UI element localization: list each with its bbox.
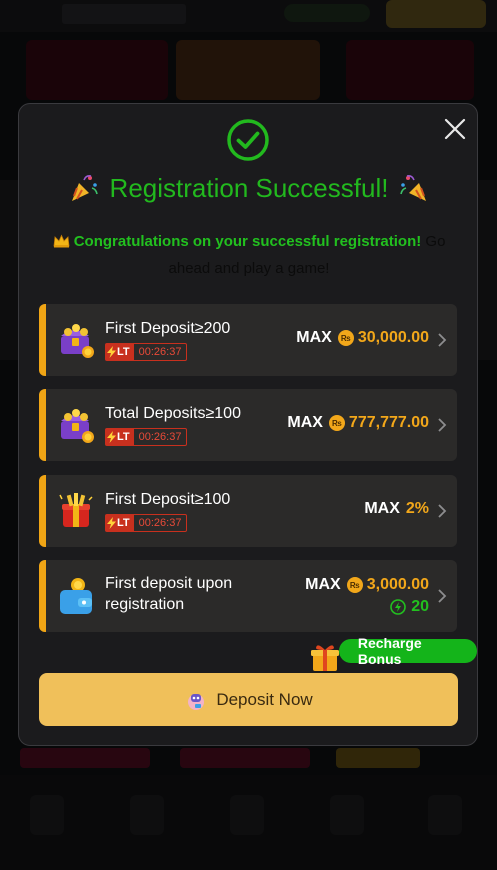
lt-badge: LT xyxy=(105,343,133,361)
chevron-right-icon xyxy=(438,418,447,432)
rupee-coin-icon: ₨ xyxy=(328,415,345,431)
card-reward: MAX ₨ 3,000.00 xyxy=(305,576,429,594)
gift-box-icon xyxy=(311,645,339,671)
card-accent xyxy=(39,475,46,547)
card-accent xyxy=(39,389,46,461)
card-title: First deposit upon registration xyxy=(105,575,233,613)
card-reward: MAX ₨ 777,777.00 xyxy=(287,414,429,432)
rupee-coin-icon: ₨ xyxy=(346,577,363,593)
limited-time-tag: LT 00:26:37 xyxy=(105,514,188,532)
treasure-chest-icon xyxy=(61,324,94,358)
max-label: MAX xyxy=(296,329,332,346)
chevron-right-icon xyxy=(438,333,447,347)
lt-badge: LT xyxy=(105,428,133,446)
congrats-highlight: Congratulations on your successful regis… xyxy=(73,233,422,250)
chevron-right-icon xyxy=(438,504,447,518)
reward-amount: 2% xyxy=(405,500,429,517)
card-reward: MAX 2% xyxy=(364,500,429,518)
card-title: First Deposit≥100 xyxy=(105,491,231,508)
card-accent xyxy=(39,304,46,376)
crown-icon xyxy=(53,234,69,248)
bonus-points: 20 xyxy=(390,598,429,616)
countdown-timer: 00:26:37 xyxy=(132,343,188,361)
gift-bag-icon xyxy=(59,493,93,527)
bolt-circle-icon xyxy=(390,599,407,615)
lt-badge: LT xyxy=(105,514,133,532)
modal-title: Registration Successful! xyxy=(109,172,389,203)
card-title: Total Deposits≥100 xyxy=(105,405,241,422)
lightning-icon xyxy=(107,517,116,529)
close-icon[interactable] xyxy=(442,116,468,142)
treasure-chest-icon xyxy=(61,409,94,443)
deposit-now-button[interactable]: Deposit Now xyxy=(39,673,458,726)
bonus-card-total-deposits-100[interactable]: Total Deposits≥100 LT 00:26:37 MAX ₨ 777… xyxy=(39,389,457,461)
card-title: First Deposit≥200 xyxy=(105,320,231,337)
wallet-icon xyxy=(60,578,92,614)
lightning-icon xyxy=(107,431,116,443)
mascot-icon xyxy=(188,693,205,710)
lightning-icon xyxy=(107,346,116,358)
party-popper-icon xyxy=(400,175,427,201)
bonus-card-registration-deposit[interactable]: First deposit upon registration MAX ₨ 3,… xyxy=(39,560,457,632)
congrats-message: Congratulations on your successful regis… xyxy=(43,228,455,282)
rupee-coin-icon: ₨ xyxy=(337,330,354,346)
reward-amount: 3,000.00 xyxy=(366,576,429,593)
success-check-icon xyxy=(227,119,269,161)
reward-amount: 30,000.00 xyxy=(357,329,429,346)
deposit-now-label: Deposit Now xyxy=(216,689,313,709)
bonus-points-value: 20 xyxy=(411,598,429,615)
card-accent xyxy=(39,560,46,632)
limited-time-tag: LT 00:26:37 xyxy=(105,428,188,446)
registration-success-modal: Registration Successful! Congratulations… xyxy=(18,103,478,746)
recharge-bonus-badge: Recharge Bonus xyxy=(339,635,477,667)
max-label: MAX xyxy=(287,414,323,431)
limited-time-tag: LT 00:26:37 xyxy=(105,343,188,361)
card-reward: MAX ₨ 30,000.00 xyxy=(296,329,429,347)
reward-amount: 777,777.00 xyxy=(348,414,429,431)
chevron-right-icon xyxy=(438,589,447,603)
bonus-card-first-deposit-100[interactable]: First Deposit≥100 LT 00:26:37 MAX 2% xyxy=(39,475,457,547)
countdown-timer: 00:26:37 xyxy=(132,428,188,446)
max-label: MAX xyxy=(364,500,400,517)
countdown-timer: 00:26:37 xyxy=(132,514,188,532)
max-label: MAX xyxy=(305,576,341,593)
party-popper-icon xyxy=(71,175,98,201)
bonus-card-first-deposit-200[interactable]: First Deposit≥200 LT 00:26:37 MAX ₨ 30,0… xyxy=(39,304,457,376)
